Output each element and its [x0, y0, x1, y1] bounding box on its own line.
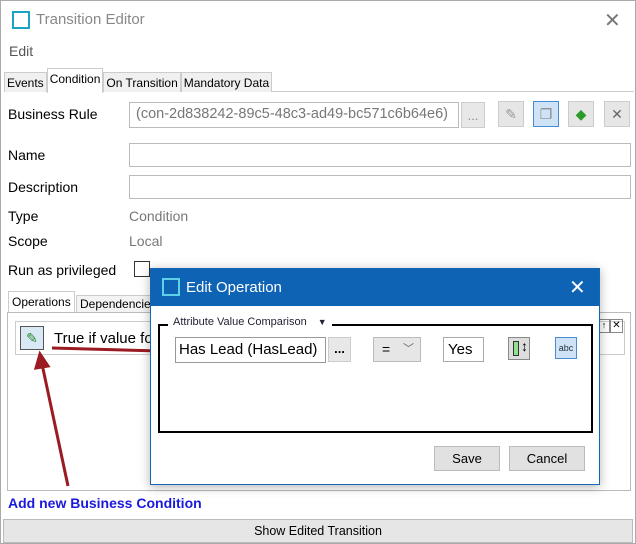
value-input[interactable]: Yes: [443, 337, 484, 362]
dialog-close-icon[interactable]: ✕: [569, 275, 586, 300]
dialog-title: Edit Operation: [186, 279, 282, 296]
chevron-down-icon: ﹀: [403, 343, 414, 355]
save-button[interactable]: Save: [434, 446, 500, 471]
arrow-right-line: [51, 346, 161, 353]
resize-field-icon[interactable]: ↕: [508, 337, 530, 360]
arrow-up-line: [40, 363, 70, 487]
collapse-arrow-icon[interactable]: ▼: [318, 317, 327, 327]
cancel-button[interactable]: Cancel: [509, 446, 585, 471]
attribute-browse-button[interactable]: ...: [328, 337, 351, 362]
arrow-up-head: [33, 350, 51, 370]
group-legend-text: Attribute Value Comparison: [173, 316, 307, 328]
operator-value: =: [382, 341, 391, 357]
attribute-input[interactable]: Has Lead (HasLead): [175, 337, 326, 363]
group-legend: Attribute Value Comparison ▼: [168, 316, 332, 328]
dialog-title-bar: Edit Operation ✕: [151, 269, 599, 306]
edit-operation-dialog: Edit Operation ✕ Attribute Value Compari…: [150, 268, 600, 485]
operator-select[interactable]: = ﹀: [373, 337, 421, 362]
dialog-app-icon: [162, 278, 180, 296]
text-format-icon[interactable]: abc: [555, 337, 577, 359]
